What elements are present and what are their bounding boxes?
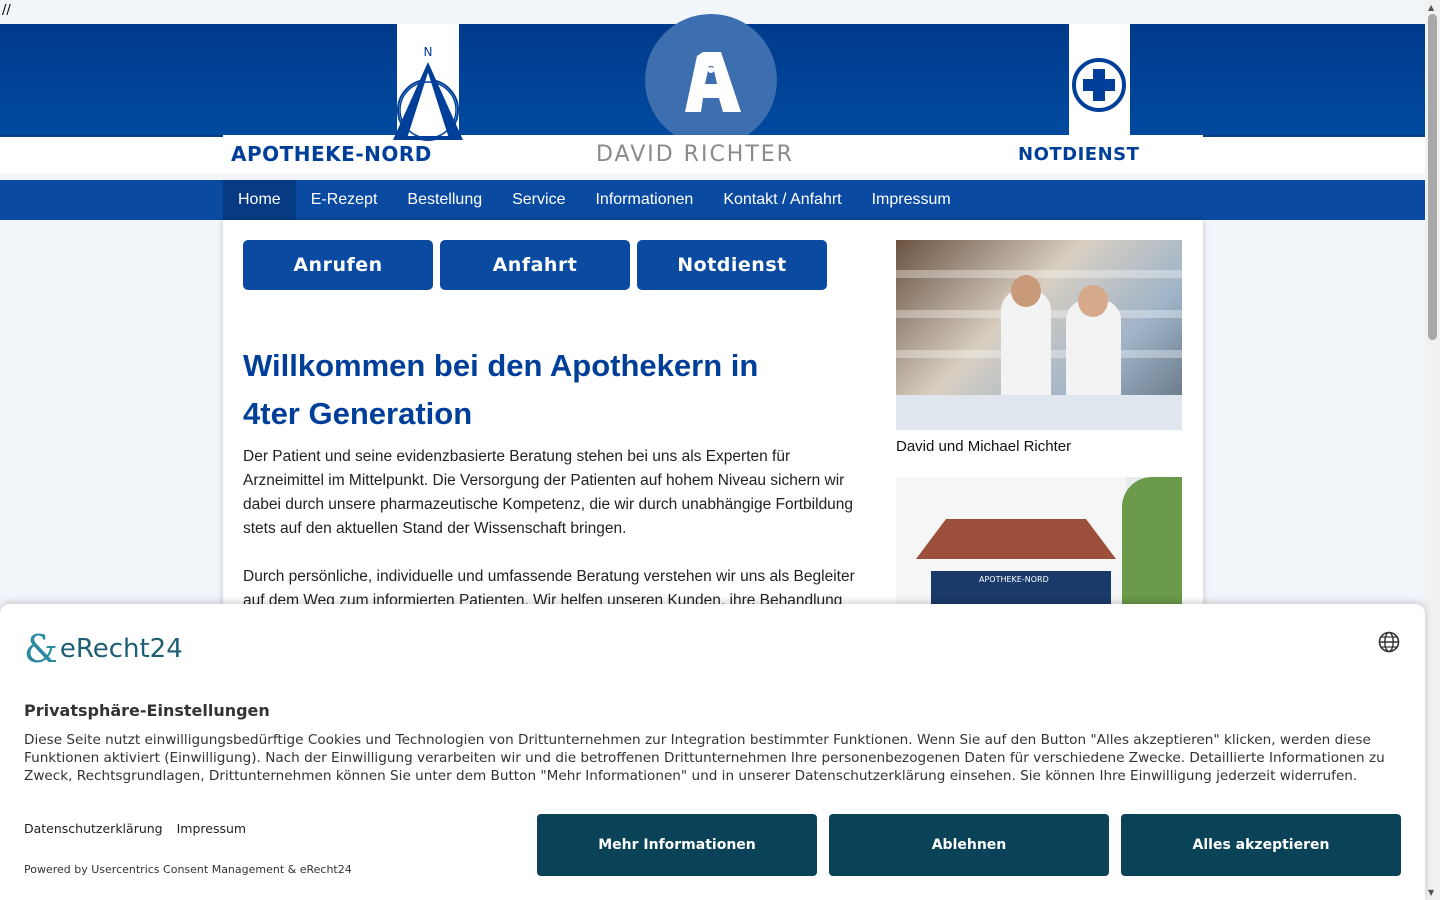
shop-sign: APOTHEKE-NORD <box>979 575 1049 584</box>
nav-item-home[interactable]: Home <box>223 180 296 220</box>
brand-apotheke-nord[interactable]: APOTHEKE-NORD <box>231 142 432 166</box>
nav-item-service[interactable]: Service <box>497 180 580 220</box>
nav-item-bestellung[interactable]: Bestellung <box>392 180 497 220</box>
privacy-link[interactable]: Datenschutzerklärung <box>24 821 163 836</box>
scrollbar-thumb[interactable] <box>1428 14 1437 340</box>
pharmacy-building-photo: APOTHEKE-NORD <box>896 477 1182 607</box>
consent-links: Datenschutzerklärung Impressum <box>24 821 246 836</box>
brand-notdienst[interactable]: NOTDIENST <box>1018 144 1139 165</box>
intro-paragraph: Der Patient und seine evidenzbasierte Be… <box>243 448 854 537</box>
accept-all-button[interactable]: Alles akzeptieren <box>1121 814 1401 876</box>
erecht24-ampersand-icon: & <box>24 627 58 671</box>
main-content: Anrufen Anfahrt Notdienst Willkommen bei… <box>223 220 1203 633</box>
nav-item-impressum[interactable]: Impressum <box>857 180 966 220</box>
apotheke-nord-logo[interactable]: N <box>393 24 463 141</box>
apotheke-a-logo[interactable] <box>645 14 777 146</box>
imprint-link[interactable]: Impressum <box>177 821 246 836</box>
more-info-button[interactable]: Mehr Informationen <box>537 814 817 876</box>
notdienst-cross-logo[interactable] <box>1069 24 1130 136</box>
nav-item-kontakt[interactable]: Kontakt / Anfahrt <box>708 180 856 220</box>
scroll-down-icon[interactable]: ▼ <box>1428 888 1434 897</box>
decline-button[interactable]: Ablehnen <box>829 814 1109 876</box>
route-button[interactable]: Anfahrt <box>440 240 630 290</box>
powered-by-text: Powered by Usercentrics Consent Manageme… <box>24 863 352 876</box>
brand-david-richter[interactable]: DAVID RICHTER <box>596 142 794 167</box>
apotheke-a-icon <box>685 52 741 112</box>
nav-item-informationen[interactable]: Informationen <box>580 180 708 228</box>
language-globe-icon[interactable] <box>1378 631 1400 653</box>
top-slash-text: // <box>2 3 11 18</box>
emergency-button[interactable]: Notdienst <box>637 240 827 290</box>
page-scrollbar[interactable]: ▲ ▼ <box>1425 0 1440 900</box>
logo-letter: N <box>424 45 433 59</box>
photo-caption: David und Michael Richter <box>896 438 1072 455</box>
nav-item-e-rezept[interactable]: E-Rezept <box>296 180 393 220</box>
erecht24-logo-text: eRecht24 <box>59 634 183 664</box>
quick-action-row: Anrufen Anfahrt Notdienst <box>243 240 827 290</box>
consent-title: Privatsphäre-Einstellungen <box>24 701 270 720</box>
main-navigation: Home E-Rezept Bestellung Service Informa… <box>0 180 1425 228</box>
call-button[interactable]: Anrufen <box>243 240 433 290</box>
medical-cross-icon <box>1072 58 1126 112</box>
erecht24-logo: & eRecht24 <box>24 630 183 668</box>
page-title: Willkommen bei den Apothekern in 4ter Ge… <box>243 348 759 431</box>
pharmacists-photo <box>896 240 1182 430</box>
compass-logo-icon: N <box>393 45 463 141</box>
cookie-consent-banner: & eRecht24 Privatsphäre-Einstellungen Di… <box>0 604 1425 900</box>
consent-description: Diese Seite nutzt einwilligungsbedürftig… <box>24 732 1385 784</box>
scroll-up-icon[interactable]: ▲ <box>1428 3 1434 12</box>
